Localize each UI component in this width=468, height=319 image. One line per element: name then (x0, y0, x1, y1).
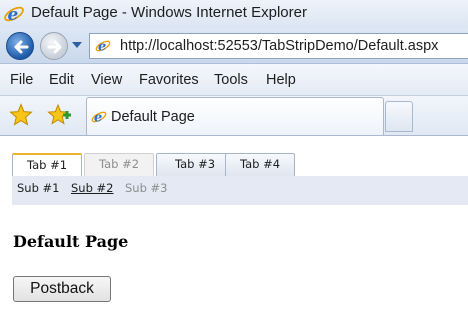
browser-tab-default-page[interactable]: e Default Page (86, 97, 384, 135)
tab-3[interactable]: Tab #3 (156, 153, 234, 176)
menu-view[interactable]: View (91, 72, 122, 88)
tab-4[interactable]: Tab #4 (225, 153, 295, 176)
svg-text:e: e (8, 5, 19, 25)
back-arrow-icon (14, 40, 29, 54)
tab-bar: e Default Page (0, 96, 468, 136)
subtab-3: Sub #3 (125, 181, 168, 195)
menu-bar: File Edit View Favorites Tools Help (0, 64, 468, 96)
browser-tab-label: Default Page (111, 109, 195, 125)
tab-1[interactable]: Tab #1 (12, 153, 82, 177)
recent-pages-dropdown[interactable] (72, 42, 82, 48)
address-bar[interactable]: e http://localhost:52553/TabStripDemo/De… (89, 33, 468, 59)
subtab-2[interactable]: Sub #2 (71, 181, 114, 195)
forward-arrow-icon (47, 40, 62, 54)
menu-favorites[interactable]: Favorites (139, 72, 199, 88)
subtab-bar: Sub #1 Sub #2 Sub #3 (12, 176, 468, 205)
svg-text:e: e (94, 111, 102, 126)
url-text[interactable]: http://localhost:52553/TabStripDemo/Defa… (120, 38, 438, 54)
menu-file[interactable]: File (10, 72, 33, 88)
forward-button[interactable] (40, 32, 68, 60)
svg-text:e: e (98, 40, 106, 55)
menu-tools[interactable]: Tools (214, 72, 248, 88)
ie-page-icon: e (95, 40, 111, 55)
page-content: Tab #1 Tab #2 Tab #3 Tab #4 Sub #1 Sub #… (0, 137, 468, 319)
ie-icon: e (4, 5, 24, 25)
postback-button[interactable]: Postback (13, 276, 111, 302)
page-title: Default Page (13, 232, 129, 251)
ie-page-icon: e (91, 111, 107, 126)
star-icon[interactable] (9, 103, 33, 127)
menu-help[interactable]: Help (266, 72, 296, 88)
subtab-1[interactable]: Sub #1 (17, 181, 60, 195)
tab-2: Tab #2 (84, 153, 154, 176)
title-bar: e Default Page - Windows Internet Explor… (0, 0, 468, 28)
new-tab-button[interactable] (385, 101, 413, 132)
back-button[interactable] (6, 32, 34, 60)
window-title: Default Page - Windows Internet Explorer (31, 4, 307, 21)
navigation-bar: e http://localhost:52553/TabStripDemo/De… (0, 28, 468, 64)
add-favorites-icon[interactable] (46, 103, 72, 127)
menu-edit[interactable]: Edit (49, 72, 74, 88)
